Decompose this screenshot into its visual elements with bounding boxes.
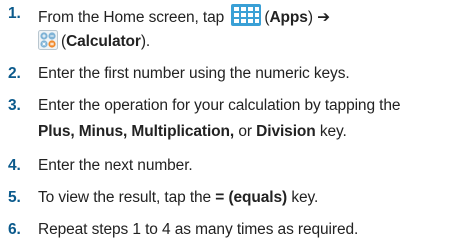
paren-close: ). xyxy=(140,33,151,50)
step-text-start: From the Home screen, tap xyxy=(38,9,225,26)
step-text: Enter the first number using the numeric… xyxy=(38,65,350,82)
step-text-start: To view the result, tap the xyxy=(38,189,212,206)
apps-grid-icon xyxy=(231,4,262,26)
step-text: Enter the next number. xyxy=(38,157,193,174)
step-number: 2. xyxy=(8,65,21,82)
division-key: Division xyxy=(256,123,316,140)
arrow-icon: ➔ xyxy=(317,9,330,26)
step-text: From the Home screen, tap (Apps) ➔ xyxy=(38,4,330,28)
step-text: (Calculator). xyxy=(38,30,150,52)
step-number: 6. xyxy=(8,221,21,238)
equals-symbol: = xyxy=(215,189,225,206)
key-word: key. xyxy=(319,123,347,140)
step-number: 5. xyxy=(8,189,21,206)
instruction-list: 1. From the Home screen, tap (Apps) ➔ (C… xyxy=(0,0,468,248)
paren-close: ) xyxy=(307,9,313,26)
step-number: 1. xyxy=(8,5,21,22)
key-word: key. xyxy=(291,189,319,206)
step-text: Plus, Minus, Multiplication, or Division… xyxy=(38,122,347,142)
equals-label: (equals) xyxy=(228,189,288,206)
calculator-label: Calculator xyxy=(66,33,141,50)
step-number: 4. xyxy=(8,157,21,174)
or-word: or xyxy=(238,123,252,140)
step-text: To view the result, tap the = (equals) k… xyxy=(38,188,318,208)
operation-keys: Plus, Minus, Multiplication, xyxy=(38,123,235,140)
step-number: 3. xyxy=(8,97,21,114)
apps-label: Apps xyxy=(269,9,308,26)
step-text: Enter the operation for your calculation… xyxy=(38,97,401,114)
step-text: Repeat steps 1 to 4 as many times as req… xyxy=(38,221,359,238)
calculator-icon xyxy=(38,30,58,50)
